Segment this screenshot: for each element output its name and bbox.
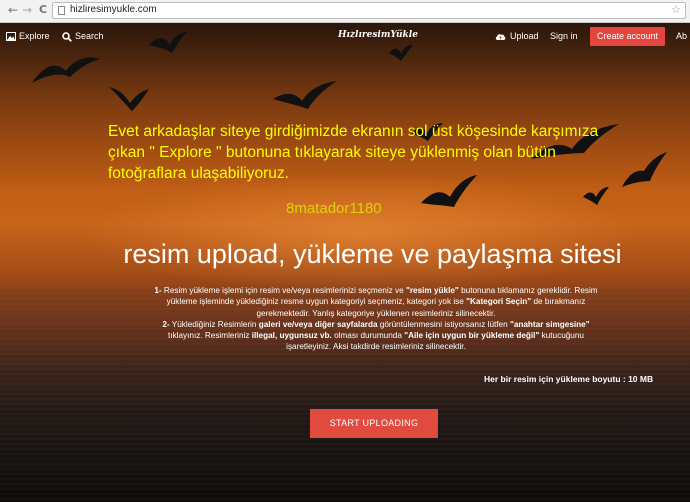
- instruction-text: görüntülenmesini istiyorsanız lütfen: [377, 319, 510, 329]
- star-icon[interactable]: ☆: [671, 3, 681, 16]
- reload-button[interactable]: C: [36, 3, 50, 17]
- search-link[interactable]: Search: [62, 31, 104, 42]
- image-icon: [6, 32, 16, 41]
- page-viewport: Explore Search HızlıresimYükle Upload Si…: [0, 23, 690, 502]
- start-uploading-button[interactable]: START UPLOADING: [310, 409, 438, 438]
- step-number: 2-: [162, 319, 170, 329]
- instruction-emphasis: "resim yükle": [405, 286, 459, 295]
- watermark-text: 8matador1180: [286, 200, 382, 217]
- address-bar[interactable]: hizliresimyukle.com ☆: [52, 2, 686, 19]
- cloud-upload-icon: [495, 34, 506, 40]
- upload-instructions: 1- Resim yükleme işlemi için resim ve/ve…: [146, 285, 606, 353]
- create-account-button[interactable]: Create account: [590, 27, 665, 46]
- bird-silhouette: [109, 87, 149, 111]
- site-nav: Explore Search HızlıresimYükle Upload Si…: [0, 23, 690, 51]
- search-icon: [62, 32, 72, 42]
- sign-in-link[interactable]: Sign in: [550, 31, 578, 41]
- instruction-text: Yüklediğiniz Resimlerin: [169, 319, 259, 329]
- instruction-text: olması durumunda: [331, 331, 405, 341]
- instruction-text: Resim yükleme işlemi için resim ve/veya …: [161, 286, 406, 295]
- hero-headline: resim upload, yükleme ve paylaşma sitesi: [123, 239, 622, 269]
- sky-glow: [80, 173, 640, 293]
- back-button[interactable]: ←: [6, 3, 20, 17]
- instruction-emphasis: illegal, uygunsuz vb.: [251, 331, 332, 341]
- instruction-emphasis: "Aile için uygun bir yükleme değil": [404, 331, 540, 341]
- instruction-emphasis: "anahtar simgesine": [509, 319, 590, 329]
- bird-silhouette: [32, 57, 100, 83]
- explore-link[interactable]: Explore: [6, 31, 50, 41]
- url-text: hizliresimyukle.com: [70, 4, 157, 15]
- upload-link[interactable]: Upload: [495, 31, 539, 41]
- bird-silhouette: [273, 81, 337, 109]
- instruction-emphasis: "Kategori Seçin": [466, 297, 532, 307]
- about-link[interactable]: Ab: [676, 31, 687, 41]
- instruction-text: tıklayınız. Resimleriniz: [168, 331, 252, 341]
- browser-toolbar: ← → C hizliresimyukle.com ☆: [0, 0, 690, 23]
- upload-size-limit: Her bir resim için yükleme boyutu : 10 M…: [484, 374, 654, 384]
- site-logo[interactable]: HızlıresimYükle: [338, 30, 418, 40]
- page-icon: [58, 6, 65, 15]
- instruction-emphasis: galeri ve/veya diğer sayfalarda: [258, 319, 378, 329]
- bird-silhouette: [583, 187, 609, 205]
- step-number: 1-: [154, 286, 162, 295]
- tutorial-annotation: Evet arkadaşlar siteye girdiğimizde ekra…: [108, 123, 599, 182]
- forward-button[interactable]: →: [20, 3, 34, 17]
